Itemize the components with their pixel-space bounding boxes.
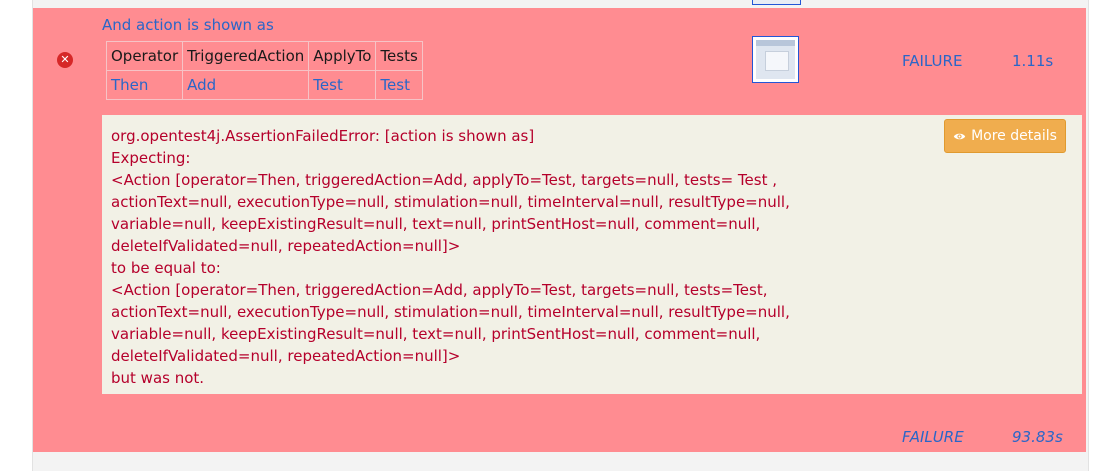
table-header-row: Operator TriggeredAction ApplyTo Tests — [105, 41, 423, 71]
step-parameters-table: Operator TriggeredAction ApplyTo Tests T… — [105, 41, 423, 100]
error-message: org.opentest4j.AssertionFailedError: [ac… — [111, 127, 790, 387]
step-status: FAILURE — [902, 52, 963, 70]
column-header-triggered-action: TriggeredAction — [182, 41, 310, 71]
report-page: And action is shown as ✕ Operator Trigge… — [0, 0, 1099, 471]
step-duration: 1.11s — [1012, 52, 1054, 70]
table-row: Then Add Test Test — [105, 70, 423, 100]
error-message-box: org.opentest4j.AssertionFailedError: [ac… — [102, 115, 1082, 394]
cell-apply-to: Test — [308, 70, 377, 100]
eye-icon — [953, 133, 966, 139]
screenshot-thumbnail[interactable] — [752, 36, 799, 83]
x-circle-icon: ✕ — [57, 52, 73, 68]
cell-tests: Test — [375, 70, 423, 100]
cell-operator: Then — [105, 70, 184, 100]
column-header-tests: Tests — [375, 41, 423, 71]
more-details-button[interactable]: More details — [944, 119, 1066, 153]
cell-triggered-action: Add — [182, 70, 310, 100]
previous-screenshot-thumbnail[interactable] — [752, 0, 801, 5]
more-details-label: More details — [971, 128, 1057, 144]
scenario-duration: 93.83s — [1012, 428, 1063, 446]
step-title: And action is shown as — [102, 16, 274, 34]
column-header-apply-to: ApplyTo — [308, 41, 377, 71]
column-header-operator: Operator — [105, 41, 184, 71]
scenario-status: FAILURE — [902, 428, 964, 446]
